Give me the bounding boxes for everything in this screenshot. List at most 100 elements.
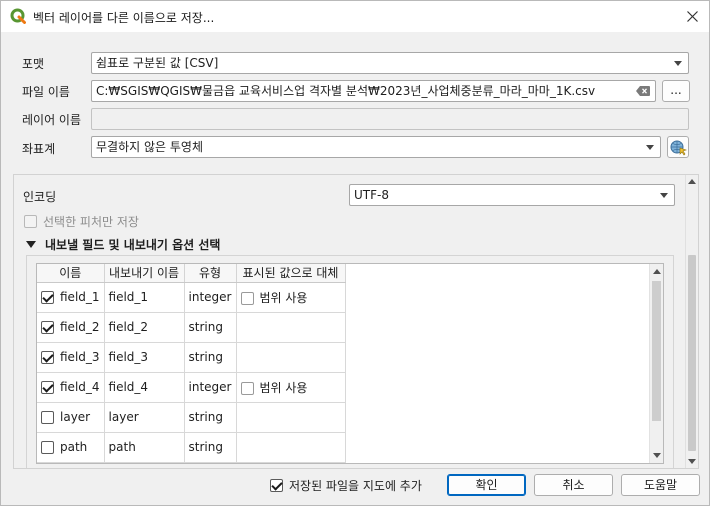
cancel-button[interactable]: 취소: [534, 474, 613, 496]
replace-cell[interactable]: [236, 312, 346, 343]
export-name-cell[interactable]: layer: [104, 402, 185, 433]
export-name-cell[interactable]: field_4: [104, 372, 185, 403]
table-row[interactable]: field_3 field_3 string: [37, 342, 346, 373]
save-vector-layer-dialog: 벡터 레이어를 다른 이름으로 저장... 포맷 쉼표로 구분된 값 [CSV]…: [0, 0, 710, 506]
column-header-name[interactable]: 이름: [37, 264, 105, 283]
table-row[interactable]: field_1 field_1 integer 범위 사용: [37, 282, 346, 313]
replace-label: 범위 사용: [259, 290, 308, 305]
field-export-checkbox-wrap[interactable]: [41, 411, 54, 424]
close-icon: [686, 11, 698, 22]
options-scroll-area[interactable]: 인코딩 UTF-8 선택한 피처만 저장 내보낼 필드 및 내보내기 옵션 선택: [13, 174, 699, 469]
export-name-cell[interactable]: field_1: [104, 282, 185, 313]
chevron-down-icon: [674, 61, 682, 66]
title-bar: 벡터 레이어를 다른 이름으로 저장...: [1, 1, 709, 32]
replace-cell[interactable]: 범위 사용: [236, 372, 346, 403]
layername-input[interactable]: [91, 108, 689, 130]
type-cell: string: [184, 432, 237, 463]
replace-label: 범위 사용: [259, 380, 308, 395]
type-cell: string: [184, 342, 237, 373]
browse-button[interactable]: ...: [662, 80, 690, 102]
replace-checkbox[interactable]: [240, 381, 254, 395]
encoding-value: UTF-8: [354, 188, 389, 202]
replace-cell[interactable]: [236, 402, 346, 433]
field-name: field_3: [60, 350, 100, 364]
field-name: field_4: [60, 380, 100, 394]
filename-input[interactable]: C:₩SGIS₩QGIS₩물금읍 교육서비스업 격자별 분석₩2023년_사업체…: [91, 80, 656, 102]
table-scrollbar[interactable]: [649, 264, 663, 463]
scroll-up-icon[interactable]: [688, 179, 696, 184]
selected-only-label: 선택한 피처만 저장: [43, 215, 139, 229]
layername-label: 레이어 이름: [22, 113, 82, 127]
column-header-export-name[interactable]: 내보내기 이름: [104, 264, 185, 283]
field-name-cell[interactable]: path: [37, 432, 105, 463]
window-title: 벡터 레이어를 다른 이름으로 저장...: [33, 11, 215, 25]
table-row[interactable]: path path string: [37, 432, 346, 463]
field-export-checkbox[interactable]: [41, 321, 54, 334]
format-value: 쉼표로 구분된 값 [CSV]: [96, 56, 219, 70]
field-export-checkbox-wrap[interactable]: [41, 441, 54, 454]
selected-only-checkbox[interactable]: [24, 215, 37, 228]
encoding-combo[interactable]: UTF-8: [349, 184, 675, 206]
crs-label: 좌표계: [22, 142, 56, 156]
field-export-checkbox-wrap[interactable]: [41, 381, 54, 394]
close-button[interactable]: [677, 1, 707, 32]
field-export-checkbox[interactable]: [41, 381, 54, 394]
replace-checkbox[interactable]: [240, 291, 254, 305]
table-row[interactable]: field_2 field_2 string: [37, 312, 346, 343]
help-button[interactable]: 도움말: [621, 474, 700, 496]
qgis-logo-icon: [10, 8, 26, 24]
filename-label: 파일 이름: [22, 85, 70, 99]
scroll-down-icon[interactable]: [653, 453, 661, 458]
export-name-cell[interactable]: path: [104, 432, 185, 463]
fields-section-title[interactable]: 내보낼 필드 및 내보내기 옵션 선택: [45, 236, 220, 253]
field-export-checkbox-wrap[interactable]: [41, 321, 54, 334]
clear-text-icon[interactable]: [636, 86, 650, 96]
add-to-map-checkbox[interactable]: [270, 479, 283, 492]
replace-cell[interactable]: [236, 342, 346, 373]
crs-combo[interactable]: 무결하지 않은 투영체: [91, 136, 661, 158]
field-export-checkbox[interactable]: [41, 291, 54, 304]
scroll-thumb[interactable]: [652, 281, 661, 421]
format-combo[interactable]: 쉼표로 구분된 값 [CSV]: [91, 52, 689, 74]
field-name-cell[interactable]: field_1: [37, 282, 105, 313]
scroll-up-icon[interactable]: [653, 269, 661, 274]
field-name-cell[interactable]: field_3: [37, 342, 105, 373]
fields-table-grid: 이름 내보내기 이름 유형 표시된 값으로 대체 field_1 field_1i…: [37, 264, 346, 463]
type-cell: string: [184, 312, 237, 343]
field-name: path: [60, 440, 88, 454]
table-header-row: 이름 내보내기 이름 유형 표시된 값으로 대체: [37, 264, 346, 283]
collapse-arrow-icon[interactable]: [26, 241, 36, 248]
replace-checkbox-wrap[interactable]: [240, 291, 254, 305]
format-label: 포맷: [22, 57, 45, 71]
export-name-cell[interactable]: field_2: [104, 312, 185, 343]
field-export-checkbox[interactable]: [41, 441, 54, 454]
column-header-replace[interactable]: 표시된 값으로 대체: [236, 264, 346, 283]
table-row[interactable]: field_4 field_4 integer 범위 사용: [37, 372, 346, 403]
chevron-down-icon: [646, 145, 654, 150]
field-export-checkbox[interactable]: [41, 351, 54, 364]
fields-table[interactable]: 이름 내보내기 이름 유형 표시된 값으로 대체 field_1 field_1i…: [36, 263, 664, 464]
replace-cell[interactable]: [236, 432, 346, 463]
scroll-down-icon[interactable]: [688, 459, 696, 464]
ok-button[interactable]: 확인: [447, 474, 526, 496]
scroll-thumb[interactable]: [688, 255, 696, 451]
export-name-cell[interactable]: field_3: [104, 342, 185, 373]
field-name-cell[interactable]: field_4: [37, 372, 105, 403]
field-name-cell[interactable]: field_2: [37, 312, 105, 343]
replace-cell[interactable]: 범위 사용: [236, 282, 346, 313]
field-name-cell[interactable]: layer: [37, 402, 105, 433]
replace-checkbox-wrap[interactable]: [240, 381, 254, 395]
field-name: field_2: [60, 320, 100, 334]
crs-value: 무결하지 않은 투영체: [96, 140, 203, 154]
field-export-checkbox-wrap[interactable]: [41, 351, 54, 364]
encoding-label: 인코딩: [23, 190, 57, 204]
options-scrollbar[interactable]: [685, 175, 698, 468]
column-header-type[interactable]: 유형: [184, 264, 237, 283]
table-row[interactable]: layer layer string: [37, 402, 346, 433]
crs-select-button[interactable]: [667, 136, 689, 158]
field-name: field_1: [60, 290, 100, 304]
type-cell: integer: [184, 372, 237, 403]
field-export-checkbox[interactable]: [41, 411, 54, 424]
globe-crs-icon: [670, 140, 687, 156]
field-export-checkbox-wrap[interactable]: [41, 291, 54, 304]
